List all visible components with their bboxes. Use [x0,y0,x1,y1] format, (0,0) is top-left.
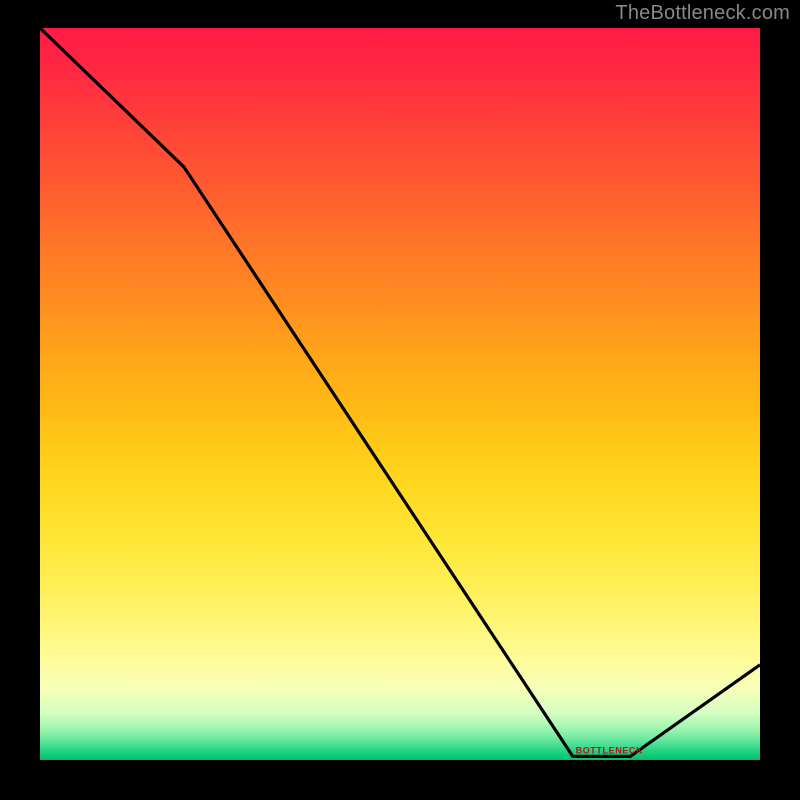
chart-stage: TheBottleneck.com BOTTLENECK [0,0,800,800]
data-curve [40,28,760,756]
valley-label: BOTTLENECK [576,745,644,755]
watermark-text: TheBottleneck.com [615,2,790,25]
chart-svg: BOTTLENECK [40,28,760,760]
plot-area: BOTTLENECK [40,28,760,760]
